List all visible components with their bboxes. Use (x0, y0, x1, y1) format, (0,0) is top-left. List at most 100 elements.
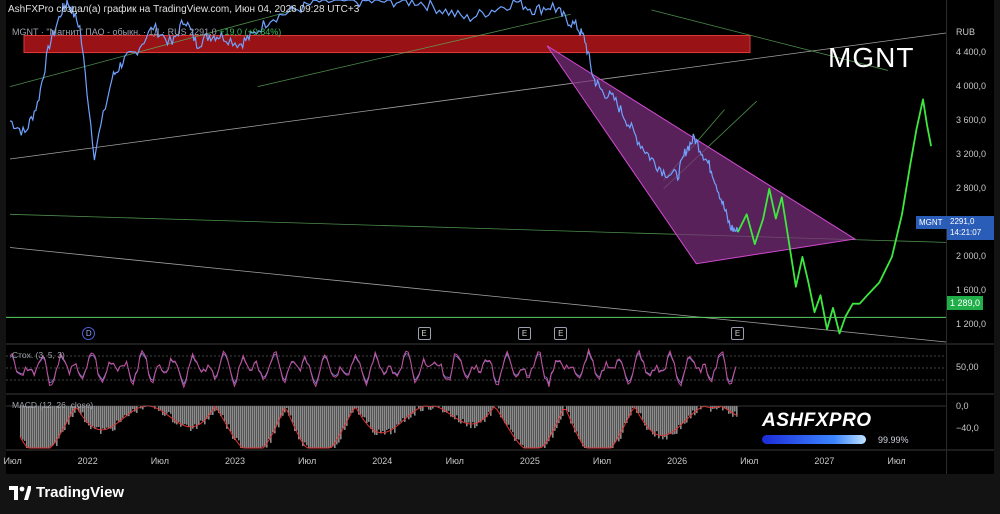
earnings-marker[interactable]: E (731, 327, 745, 340)
x-tick-label: 2022 (77, 456, 98, 466)
x-tick-label: Июл (740, 456, 759, 466)
macd-bar (734, 406, 736, 412)
macd-bar (524, 406, 526, 448)
macd-bar (538, 406, 540, 448)
macd-bar (468, 406, 470, 423)
macd-bar (642, 406, 644, 420)
macd-bar (472, 406, 474, 423)
legend-symbol: MGNT · "Магнит" ПАО - обыкн. · 1Д · RUS (12, 27, 187, 37)
macd-bar (58, 406, 60, 439)
y-tick-label: 4 000,0 (956, 80, 987, 91)
macd-bar (222, 406, 224, 416)
macd-bar (160, 406, 162, 410)
macd-bar (28, 406, 30, 448)
macd-label[interactable]: MACD (12, 26, close) (12, 400, 93, 410)
macd-bar (238, 406, 240, 441)
macd-bar (578, 406, 580, 439)
macd-bar (678, 406, 680, 425)
macd-bar (654, 406, 656, 437)
price-tag-value: 2291,0 (950, 217, 975, 226)
macd-bar (112, 406, 114, 431)
macd-bar (286, 406, 288, 409)
macd-bar (542, 406, 544, 447)
macd-bar (104, 406, 106, 430)
macd-bar (228, 406, 230, 425)
macd-bar (614, 406, 616, 443)
macd-bar (366, 406, 368, 423)
ticker-watermark: MGNT (828, 42, 915, 73)
brand-name: ASHFXPRO (762, 410, 872, 431)
macd-bar (342, 406, 344, 429)
macd-bar (168, 406, 170, 413)
macd-bar (34, 406, 36, 448)
y-tick-label: 3 200,0 (956, 148, 987, 159)
macd-bar (272, 406, 274, 433)
macd-bar (710, 406, 712, 412)
macd-bar (392, 406, 394, 429)
macd-bar (462, 406, 464, 420)
macd-bar (576, 406, 578, 432)
macd-bar (188, 406, 190, 427)
macd-bar (656, 406, 658, 432)
macd-bar (584, 406, 586, 448)
macd-bar (550, 406, 552, 436)
macd-bar (236, 406, 238, 439)
x-tick-label: 2027 (814, 456, 835, 466)
macd-bar (264, 406, 266, 448)
macd-bar (660, 406, 662, 436)
macd-bar (668, 406, 670, 434)
macd-bar (26, 406, 28, 448)
macd-bar (484, 406, 486, 422)
macd-bar (526, 406, 528, 448)
macd-bar (606, 406, 608, 448)
price-tag: 2291,0 14:21:07 (947, 216, 994, 240)
symbol-legend[interactable]: MGNT · "Магнит" ПАО - обыкн. · 1Д · RUS … (12, 27, 281, 37)
macd-bar (612, 406, 614, 448)
macd-bar (588, 406, 590, 448)
trendlines (9, 9, 947, 343)
y-tick-label: 3 600,0 (956, 114, 987, 125)
macd-bar (598, 406, 600, 448)
macd-bar (586, 406, 588, 448)
stoch-label[interactable]: Стох. (3, 5, 3) (12, 350, 65, 360)
support-level-tag: 1 289,0 (947, 296, 983, 310)
x-tick-label: 2024 (372, 456, 393, 466)
x-tick-label: 2026 (667, 456, 688, 466)
macd-bar (360, 406, 362, 415)
macd-bar (396, 406, 398, 425)
macd-bar (170, 406, 172, 414)
macd-bar (200, 406, 202, 421)
macd-bar (594, 406, 596, 448)
macd-bar (692, 406, 694, 411)
macd-bar (234, 406, 236, 440)
macd-bar (512, 406, 514, 433)
macd-bar (600, 406, 602, 448)
macd-bar (186, 406, 188, 425)
macd-bar (268, 406, 270, 439)
currency-label[interactable]: RUB (956, 27, 975, 37)
macd-bar (290, 406, 292, 416)
macd-bar (320, 406, 322, 448)
x-tick-label: 2025 (519, 456, 540, 466)
tradingview-logo-text[interactable]: TradingView (36, 484, 124, 501)
legend-price: 2291,0 (189, 27, 217, 37)
macd-bar (306, 406, 308, 446)
earnings-marker[interactable]: E (518, 327, 531, 340)
y-tick-label: 2 000,0 (956, 250, 987, 261)
earnings-marker[interactable]: E (554, 327, 568, 340)
macd-bar (480, 406, 482, 423)
supply-zone-rect (23, 35, 751, 54)
macd-bar (98, 406, 100, 427)
macd-bar (278, 406, 280, 428)
macd-bar (464, 406, 466, 423)
macd-bar (662, 406, 664, 440)
earnings-marker[interactable]: E (417, 327, 431, 340)
trendline (9, 247, 947, 343)
macd-bar (650, 406, 652, 431)
macd-bar (48, 406, 50, 448)
macd-bar (522, 406, 524, 446)
macd-bar (134, 406, 136, 412)
macd-bar (506, 406, 508, 426)
macd-bar (470, 406, 472, 429)
macd-bar (592, 406, 594, 448)
